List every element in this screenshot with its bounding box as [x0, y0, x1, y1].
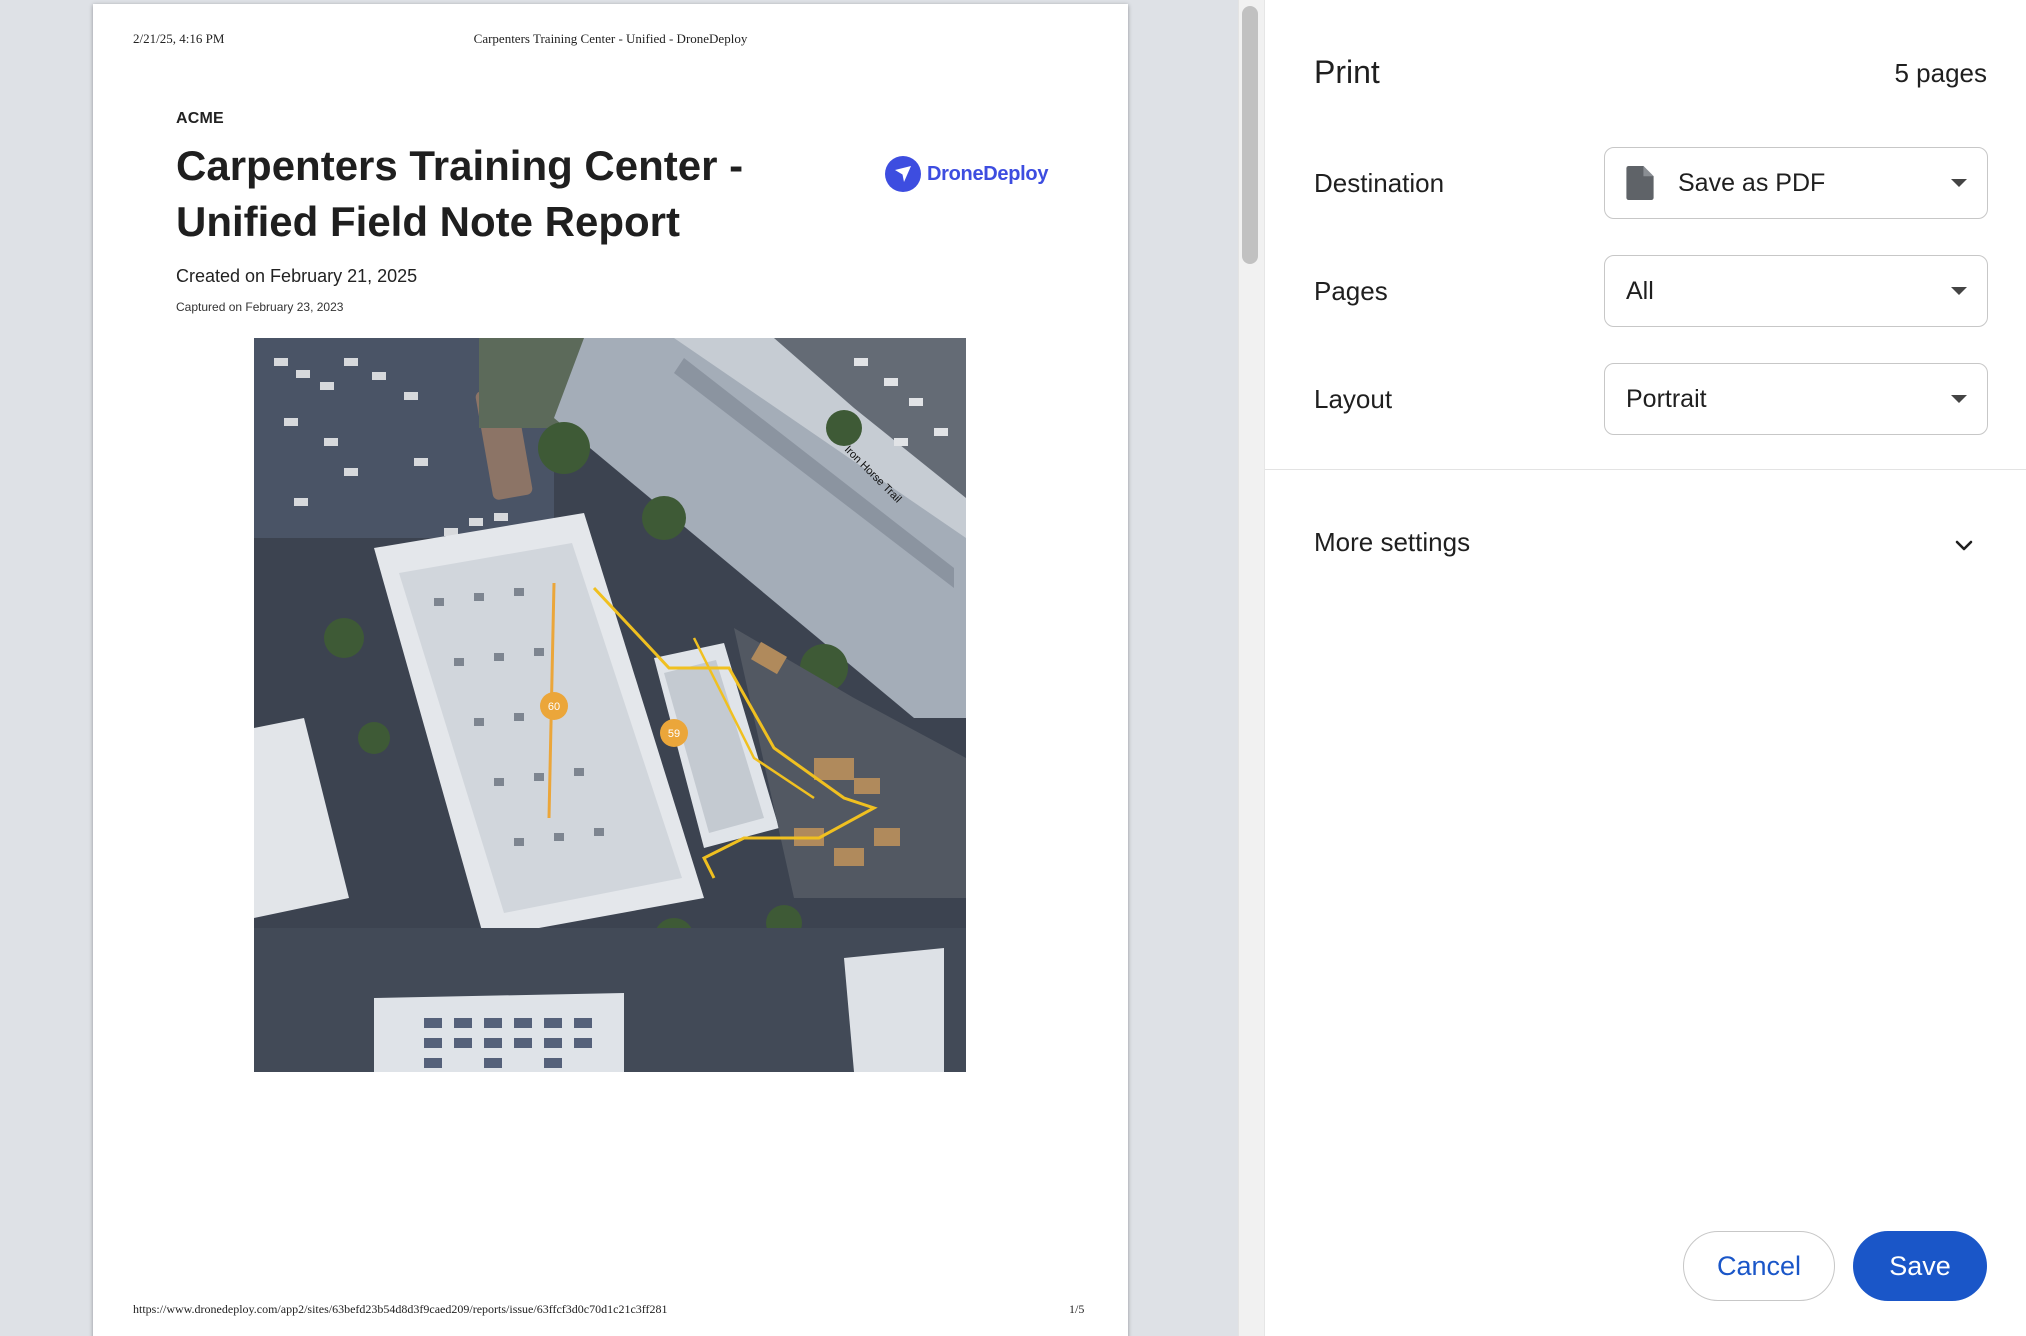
print-dialog-title: Print [1314, 54, 1380, 90]
layout-dropdown-icon [1951, 395, 1967, 403]
layout-select[interactable]: Portrait [1604, 363, 1988, 435]
issue-marker-59-label: 59 [668, 728, 680, 740]
brand-name: DroneDeploy [927, 162, 1049, 185]
save-button[interactable]: Save [1853, 1231, 1987, 1301]
print-preview-area: 2/21/25, 4:16 PM Carpenters Training Cen… [0, 0, 1238, 1336]
dronedeploy-logo-icon [885, 156, 921, 192]
captured-date: Captured on February 23, 2023 [176, 300, 344, 314]
aerial-map-image: Iron Horse Trail 60 59 [254, 338, 966, 1072]
destination-value: Save as PDF [1678, 168, 1826, 197]
more-settings-toggle[interactable]: More settings [1314, 527, 1470, 558]
chevron-down-icon[interactable] [1954, 536, 1974, 556]
pages-dropdown-icon [1951, 287, 1967, 295]
report-title: Carpenters Training Center - Unified Fie… [176, 142, 744, 245]
cancel-button[interactable]: Cancel [1683, 1231, 1835, 1301]
preview-page: 2/21/25, 4:16 PM Carpenters Training Cen… [93, 4, 1128, 1336]
created-date: Created on February 21, 2025 [176, 266, 418, 286]
issue-marker-60[interactable]: 60 [540, 692, 568, 720]
document-icon [1626, 166, 1654, 200]
page-count: 5 pages [1894, 58, 1987, 88]
dronedeploy-logo: DroneDeploy [885, 156, 1048, 192]
destination-dropdown-icon [1951, 179, 1967, 187]
preview-scrollbar-thumb[interactable] [1242, 6, 1258, 264]
settings-divider [1265, 469, 2026, 470]
layout-label: Layout [1314, 384, 1393, 414]
pages-select[interactable]: All [1604, 255, 1988, 327]
layout-value: Portrait [1626, 384, 1707, 413]
destination-select[interactable]: Save as PDF [1604, 147, 1988, 219]
print-header-title: Carpenters Training Center - Unified - D… [473, 31, 748, 46]
issue-marker-59[interactable]: 59 [660, 719, 688, 747]
destination-label: Destination [1314, 168, 1445, 198]
pages-value: All [1626, 276, 1654, 305]
print-footer-page-number: 1/5 [1069, 1302, 1085, 1316]
print-footer-url: https://www.dronedeploy.com/app2/sites/6… [133, 1302, 668, 1316]
print-settings-panel: Print 5 pages Destination Save as PDF Pa… [1264, 0, 2026, 1336]
pages-label: Pages [1314, 276, 1388, 306]
issue-marker-60-label: 60 [548, 701, 560, 713]
org-name: ACME [176, 110, 224, 127]
